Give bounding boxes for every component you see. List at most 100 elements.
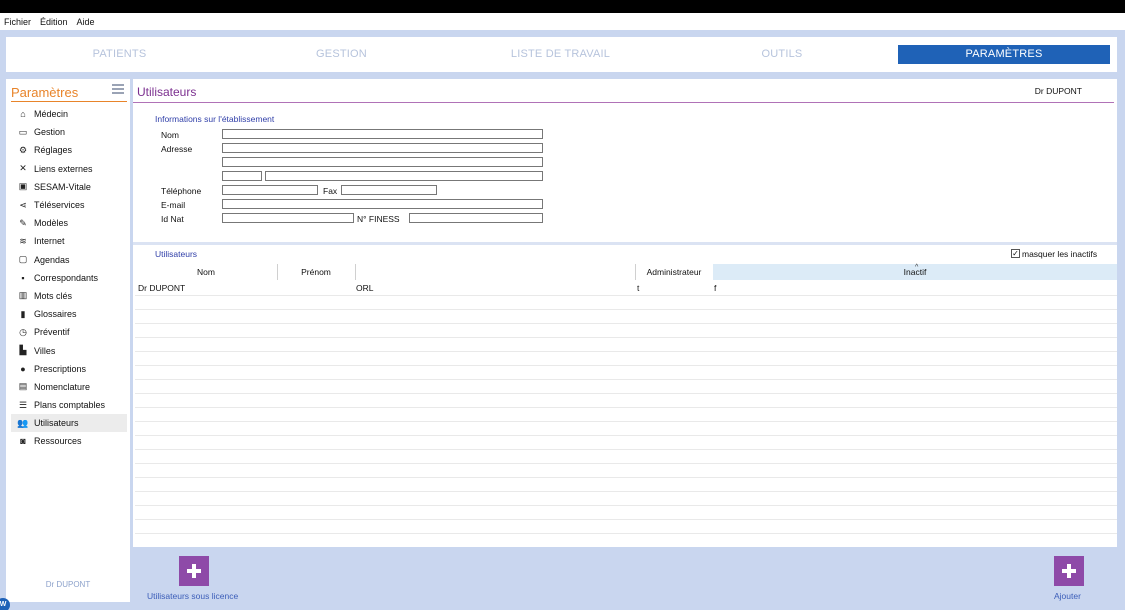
sidebar-item-label: Nomenclature — [34, 381, 91, 392]
building-icon: ▙ — [19, 345, 27, 356]
home-icon: ⌂ — [20, 109, 26, 120]
finess-field[interactable] — [409, 213, 543, 223]
sidebar-item-label: Correspondants — [34, 272, 99, 283]
sidebar-item-medecin[interactable]: ⌂ Médecin — [11, 105, 127, 123]
share-icon: ⋖ — [19, 199, 27, 210]
car-icon: ◙ — [20, 436, 26, 447]
licensed-users-label[interactable]: Utilisateurs sous licence — [147, 591, 238, 601]
users-table-header: Nom Prénom Administrateur ^ Inactif — [135, 264, 1117, 280]
idnat-field[interactable] — [222, 213, 354, 223]
sidebar-item-label: Médecin — [34, 109, 69, 120]
sidebar-item-label: Villes — [34, 345, 56, 356]
wifi-icon: ≋ — [19, 235, 27, 246]
inbox-icon: ▭ — [18, 126, 28, 137]
sidebar-item-liens-externes[interactable]: ✕ Liens externes — [11, 160, 127, 178]
window-titlebar — [0, 0, 1125, 13]
sidebar-item-reglages[interactable]: ⚙ Réglages — [11, 141, 127, 159]
nom-label: Nom — [161, 130, 179, 140]
sidebar-item-plans-comptables[interactable]: ☰ Plans comptables — [11, 396, 127, 414]
sidebar-item-label: Utilisateurs — [34, 418, 79, 429]
menu-aide[interactable]: Aide — [77, 17, 95, 27]
add-licensed-user-button[interactable] — [179, 556, 209, 586]
tab-liste-de-travail[interactable]: LISTE DE TRAVAIL — [450, 45, 671, 64]
sidebar-item-label: Gestion — [34, 127, 66, 138]
section-separator — [133, 242, 1117, 245]
sidebar-title: Paramètres — [11, 85, 79, 100]
table-row-empty — [135, 380, 1117, 394]
sidebar-item-label: SESAM-Vitale — [34, 181, 91, 192]
sidebar-item-sesam-vitale[interactable]: ▣ SESAM-Vitale — [11, 178, 127, 196]
chart-icon: ▥ — [18, 290, 28, 301]
sidebar-item-teleservices[interactable]: ⋖ Téléservices — [11, 196, 127, 214]
menu-fichier[interactable]: Fichier — [4, 17, 31, 27]
sidebar-list: ⌂ Médecin ▭ Gestion ⚙ Réglages ✕ Liens exter… — [11, 105, 127, 451]
table-row-empty — [135, 520, 1117, 534]
title-divider — [133, 102, 1114, 103]
sidebar-item-label: Ressources — [34, 436, 82, 447]
table-row-empty — [135, 324, 1117, 338]
sidebar-item-label: Plans comptables — [34, 400, 106, 411]
adresse-label: Adresse — [161, 144, 193, 154]
users-icon: 👥 — [17, 417, 29, 428]
fax-field[interactable] — [341, 185, 437, 195]
sidebar-item-agendas[interactable]: ▢ Agendas — [11, 251, 127, 269]
sidebar-item-correspondants[interactable]: ▪ Correspondants — [11, 269, 127, 287]
telephone-label: Téléphone — [161, 186, 202, 196]
tab-patients[interactable]: PATIENTS — [6, 45, 233, 64]
table-row[interactable]: Dr DUPONT ORL t f — [135, 282, 1117, 296]
column-header-prenom[interactable]: Prénom — [277, 264, 355, 280]
hide-inactive-checkbox[interactable]: ✓ — [1011, 249, 1020, 258]
sidebar-divider — [11, 101, 127, 102]
sidebar-item-modeles[interactable]: ✎ Modèles — [11, 214, 127, 232]
adresse-line2-field[interactable] — [222, 157, 543, 167]
ville-field[interactable] — [265, 171, 543, 181]
column-header-nom[interactable]: Nom — [135, 264, 277, 280]
table-row-empty — [135, 464, 1117, 478]
cell-specialite: ORL — [356, 283, 374, 293]
table-row-empty — [135, 338, 1117, 352]
main-navigation: PATIENTS GESTION LISTE DE TRAVAIL OUTILS… — [6, 37, 1117, 72]
sidebar-item-preventif[interactable]: ◷ Préventif — [11, 323, 127, 341]
table-row-empty — [135, 506, 1117, 520]
sidebar-item-label: Prescriptions — [34, 363, 87, 374]
sidebar-item-label: Agendas — [34, 254, 70, 265]
table-row-empty — [135, 394, 1117, 408]
table-row-empty — [135, 352, 1117, 366]
sidebar-item-mots-cles[interactable]: ▥ Mots clés — [11, 287, 127, 305]
sidebar-item-villes[interactable]: ▙ Villes — [11, 341, 127, 359]
table-row-empty — [135, 436, 1117, 450]
menu-edition[interactable]: Édition — [40, 17, 68, 27]
pills-icon: ● — [20, 363, 26, 374]
column-header-administrateur[interactable]: Administrateur — [635, 264, 713, 280]
column-header-blank[interactable] — [355, 264, 635, 280]
add-user-label[interactable]: Ajouter — [1054, 591, 1081, 601]
sidebar-item-gestion[interactable]: ▭ Gestion — [11, 123, 127, 141]
sidebar-item-glossaires[interactable]: ▮ Glossaires — [11, 305, 127, 323]
hamburger-menu-icon[interactable] — [112, 84, 124, 94]
sidebar-item-ressources[interactable]: ◙ Ressources — [11, 432, 127, 450]
table-row-empty — [135, 422, 1117, 436]
sidebar-item-nomenclature[interactable]: ▤ Nomenclature — [11, 378, 127, 396]
table-row-empty — [135, 310, 1117, 324]
bottom-action-bar: Utilisateurs sous licence Ajouter — [133, 547, 1117, 603]
sidebar-item-prescriptions[interactable]: ● Prescriptions — [11, 360, 127, 378]
tab-outils[interactable]: OUTILS — [671, 45, 893, 64]
clipboard-icon: ▮ — [20, 308, 26, 319]
telephone-field[interactable] — [222, 185, 318, 195]
sidebar-item-utilisateurs[interactable]: 👥 Utilisateurs — [11, 414, 127, 433]
add-user-button[interactable] — [1054, 556, 1084, 586]
cell-inactif: f — [714, 283, 717, 293]
sidebar-item-label: Liens externes — [34, 163, 93, 174]
sidebar-item-internet[interactable]: ≋ Internet — [11, 232, 127, 250]
adresse-line1-field[interactable] — [222, 143, 543, 153]
table-row-empty — [135, 408, 1117, 422]
tab-gestion[interactable]: GESTION — [233, 45, 450, 64]
main-panel: Utilisateurs Dr DUPONT Informations sur … — [133, 79, 1117, 547]
table-row-empty — [135, 296, 1117, 310]
tab-parametres[interactable]: PARAMÈTRES — [898, 45, 1110, 64]
sidebar-item-label: Mots clés — [34, 290, 73, 301]
code-postal-field[interactable] — [222, 171, 262, 181]
column-header-inactif[interactable]: ^ Inactif — [713, 264, 1117, 280]
nom-field[interactable] — [222, 129, 543, 139]
email-field[interactable] — [222, 199, 543, 209]
